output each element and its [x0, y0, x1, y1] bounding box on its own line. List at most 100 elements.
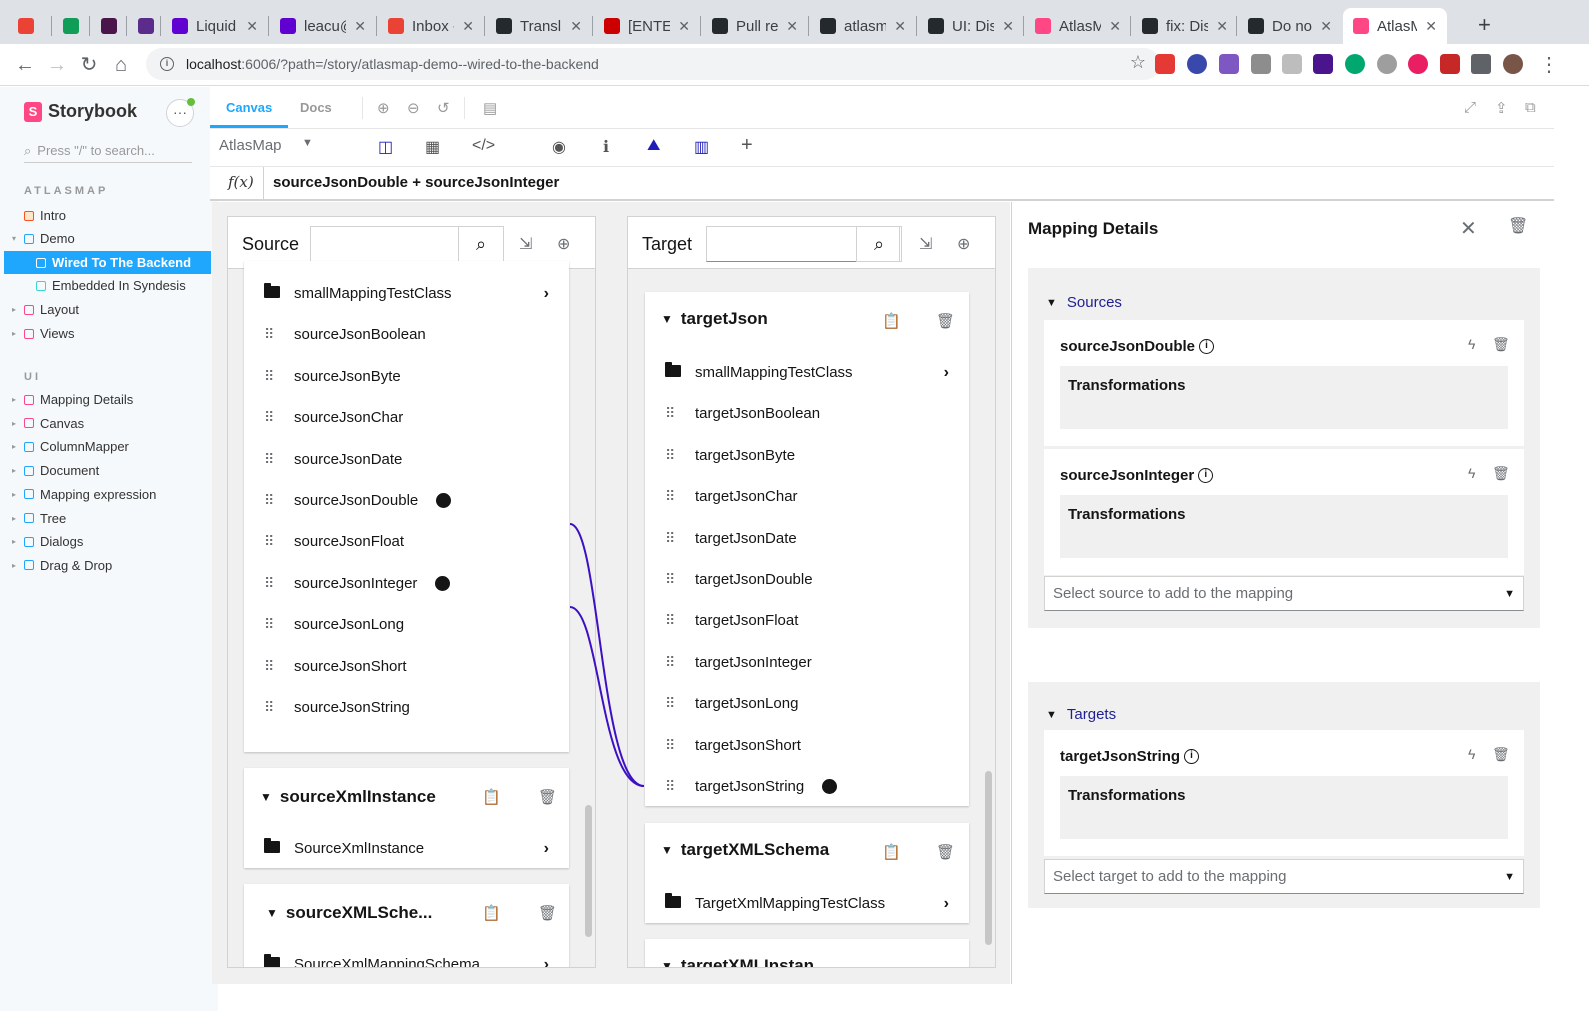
sidebar-item[interactable]: ▾ Demo: [4, 227, 211, 250]
trash-icon[interactable]: 🗑: [936, 312, 955, 330]
trash-icon[interactable]: 🗑: [936, 843, 955, 861]
field-item[interactable]: ⠿ sourceJsonChar: [264, 397, 549, 438]
browser-tab[interactable]: [8, 8, 48, 44]
browser-tab[interactable]: Inbox - ✕: [378, 8, 484, 44]
clipboard-icon[interactable]: 📋: [482, 904, 501, 922]
browser-tab[interactable]: UI: Dis ✕: [918, 8, 1024, 44]
code-icon[interactable]: </>: [472, 137, 495, 155]
field-item[interactable]: ⠿ targetJsonDate: [665, 518, 949, 559]
browser-tab[interactable]: 13✕: [128, 8, 160, 44]
field-item[interactable]: ⠿ sourceJsonDouble: [264, 480, 549, 521]
extension-icon[interactable]: [1155, 54, 1175, 74]
browser-tab[interactable]: leacu@ ✕: [270, 8, 376, 44]
bolt-icon[interactable]: ϟ: [1468, 465, 1475, 481]
chevron-down-icon[interactable]: ▼: [661, 312, 673, 326]
scrollbar-thumb[interactable]: [585, 805, 592, 937]
zoom-reset-icon[interactable]: ↺: [437, 99, 450, 117]
close-tab-icon[interactable]: ✕: [462, 18, 474, 35]
zoom-out-icon[interactable]: ⊖: [407, 99, 420, 117]
drag-handle-icon[interactable]: ⠿: [665, 530, 695, 547]
mapping-line[interactable]: [569, 606, 645, 787]
forward-icon[interactable]: →: [44, 52, 70, 78]
tab-canvas[interactable]: Canvas: [210, 87, 289, 128]
close-tab-icon[interactable]: ✕: [1425, 18, 1437, 35]
clipboard-icon[interactable]: 📋: [482, 788, 501, 806]
chevron-down-icon[interactable]: ▼: [260, 790, 272, 804]
new-tab-button[interactable]: +: [1478, 12, 1491, 38]
field-item[interactable]: ⠿ targetJsonString: [665, 766, 949, 807]
storybook-logo[interactable]: S Storybook: [24, 101, 137, 122]
close-icon[interactable]: ✕: [1460, 216, 1477, 241]
card-title[interactable]: ▼ targetJson: [661, 309, 768, 329]
card-title[interactable]: ▼ targetXMLSchema: [661, 840, 829, 860]
site-info-icon[interactable]: i: [160, 57, 174, 71]
field-item[interactable]: ⠿ sourceJsonShort: [264, 646, 549, 687]
tab-docs[interactable]: Docs: [300, 87, 332, 128]
import-icon[interactable]: ⇲: [519, 234, 532, 254]
eye-icon[interactable]: ◉: [552, 137, 566, 157]
close-tab-icon[interactable]: ✕: [1320, 18, 1332, 35]
extension-icon[interactable]: [1377, 54, 1397, 74]
mapped-indicator[interactable]: [435, 575, 451, 591]
copy-link-icon[interactable]: ⧉: [1525, 99, 1536, 116]
sidebar-item[interactable]: Embedded In Syndesis: [4, 274, 211, 297]
chevron-right-icon[interactable]: ›: [544, 956, 549, 968]
chevron-down-icon[interactable]: ▼: [661, 959, 673, 967]
field-item[interactable]: ⠿ sourceJsonDate: [264, 439, 549, 480]
close-tab-icon[interactable]: ✕: [1002, 18, 1014, 35]
extension-icon[interactable]: [1440, 54, 1460, 74]
profile-avatar[interactable]: [1503, 54, 1523, 74]
extension-icon[interactable]: [1251, 54, 1271, 74]
address-bar[interactable]: i localhost:6006/?path=/story/atlasmap-d…: [146, 48, 1160, 80]
add-mapping-icon[interactable]: +: [741, 134, 753, 157]
drag-handle-icon[interactable]: ⠿: [264, 326, 294, 343]
drag-handle-icon[interactable]: ⠿: [665, 447, 695, 464]
extensions-puzzle-icon[interactable]: [1471, 54, 1491, 74]
chevron-down-icon[interactable]: ▼: [266, 906, 278, 920]
field-item[interactable]: ⠿ sourceJsonFloat: [264, 521, 549, 562]
reload-icon[interactable]: ↻: [76, 52, 102, 78]
clipboard-icon[interactable]: 📋: [882, 312, 901, 330]
sources-toggle[interactable]: ▼ Sources: [1046, 294, 1122, 311]
field-item[interactable]: ⠿ sourceJsonInteger: [264, 563, 549, 604]
drag-handle-icon[interactable]: ⠿: [264, 699, 294, 716]
close-tab-icon[interactable]: ✕: [1109, 18, 1121, 35]
atlasmap-menu-label[interactable]: AtlasMap: [219, 137, 282, 154]
function-icon[interactable]: f(x): [228, 173, 254, 191]
drag-handle-icon[interactable]: ⠿: [665, 654, 695, 671]
drag-handle-icon[interactable]: ⠿: [264, 409, 294, 426]
browser-tab[interactable]: Do not ✕: [1238, 8, 1342, 44]
sidebar-item[interactable]: ▸ Views: [4, 322, 211, 345]
browser-tab[interactable]: atlasm ✕: [810, 8, 916, 44]
browser-tab[interactable]: [53, 8, 89, 44]
close-tab-icon[interactable]: ✕: [354, 18, 366, 35]
home-icon[interactable]: ⌂: [108, 52, 134, 78]
extension-icon[interactable]: [1408, 54, 1428, 74]
zoom-in-icon[interactable]: ⊕: [377, 99, 390, 117]
close-tab-icon[interactable]: ✕: [246, 18, 258, 35]
caret-down-icon[interactable]: ▼: [302, 137, 313, 149]
chevron-right-icon[interactable]: ›: [544, 285, 549, 303]
field-item[interactable]: ⠿ targetJsonFloat: [665, 600, 949, 641]
extension-icon[interactable]: [1345, 54, 1365, 74]
drag-handle-icon[interactable]: ⠿: [264, 616, 294, 633]
drag-handle-icon[interactable]: ⠿: [665, 488, 695, 505]
close-tab-icon[interactable]: ✕: [894, 18, 906, 35]
background-grid-icon[interactable]: ▤: [483, 99, 497, 117]
field-item[interactable]: ⠿ targetJsonDouble: [665, 559, 949, 600]
drag-handle-icon[interactable]: ⠿: [665, 405, 695, 422]
chevron-right-icon[interactable]: ›: [544, 840, 549, 858]
browser-tab[interactable]: fix: Dis ✕: [1132, 8, 1238, 44]
table-view-icon[interactable]: ▦: [425, 137, 440, 157]
search-icon[interactable]: ⌕: [458, 226, 504, 262]
sidebar-item[interactable]: ▸ Mapping expression: [4, 483, 211, 506]
sidebar-item[interactable]: ▸ Canvas: [4, 412, 211, 435]
trash-icon[interactable]: 🗑: [1492, 465, 1510, 482]
add-source-select[interactable]: Select source to add to the mapping ▼: [1044, 576, 1524, 611]
info-icon[interactable]: i: [1198, 468, 1214, 483]
info-icon[interactable]: i: [1199, 339, 1215, 354]
back-icon[interactable]: ←: [12, 52, 38, 78]
drag-handle-icon[interactable]: ⠿: [665, 778, 695, 795]
sidebar-item[interactable]: ▸ Layout: [4, 298, 211, 321]
drag-handle-icon[interactable]: ⠿: [264, 451, 294, 468]
